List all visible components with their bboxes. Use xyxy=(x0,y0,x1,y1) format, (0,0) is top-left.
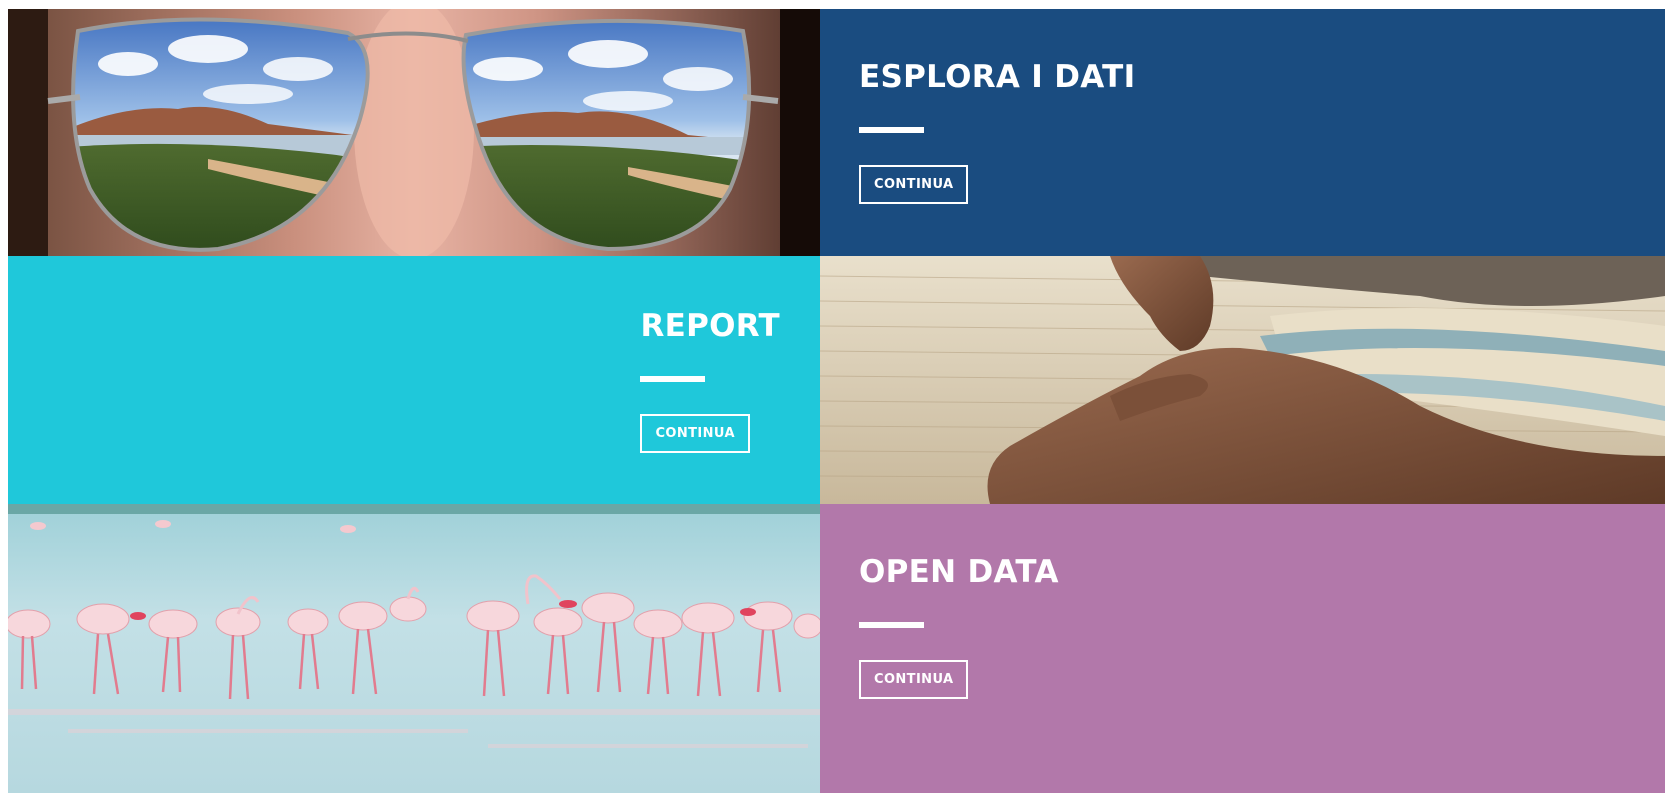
title-underline xyxy=(859,127,924,133)
sunglasses-beach-reflection-photo[interactable] xyxy=(8,9,820,256)
tile-grid: ESPLORA I DATI CONTINUA REPORT CONTINUA xyxy=(8,9,1665,793)
flamingos-lagoon-photo[interactable] xyxy=(8,504,820,793)
title-underline xyxy=(859,622,924,628)
report-tile: REPORT CONTINUA xyxy=(8,256,820,504)
esplora-i-dati-continua-button[interactable]: CONTINUA xyxy=(859,165,969,204)
report-title[interactable]: REPORT xyxy=(640,306,780,346)
title-underline xyxy=(640,376,706,382)
flamingos-photo-art xyxy=(8,504,820,793)
open-data-tile: OPEN DATA CONTINUA xyxy=(820,504,1665,793)
hands-weaving-loom-photo[interactable] xyxy=(820,256,1665,504)
weaving-photo-art xyxy=(820,256,1665,504)
esplora-i-dati-panel: ESPLORA I DATI CONTINUA xyxy=(859,57,1135,204)
open-data-continua-button[interactable]: CONTINUA xyxy=(859,660,969,699)
sunglasses-photo-art xyxy=(8,9,820,256)
report-panel: REPORT CONTINUA xyxy=(640,306,780,453)
open-data-title[interactable]: OPEN DATA xyxy=(859,552,1059,592)
esplora-i-dati-title[interactable]: ESPLORA I DATI xyxy=(859,57,1135,97)
report-continua-button[interactable]: CONTINUA xyxy=(640,414,750,453)
esplora-i-dati-tile: ESPLORA I DATI CONTINUA xyxy=(820,9,1665,256)
open-data-panel: OPEN DATA CONTINUA xyxy=(859,552,1059,699)
